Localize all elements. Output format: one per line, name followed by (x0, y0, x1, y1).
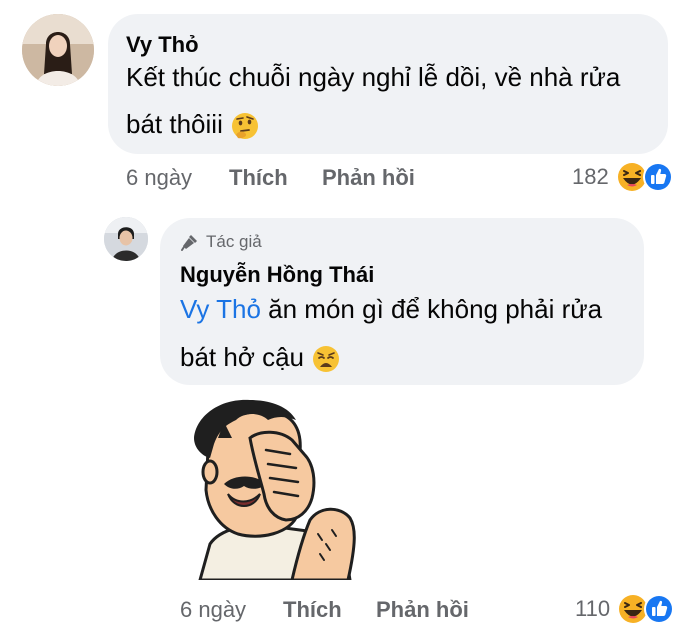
author-badge-label: Tác giả (206, 232, 262, 251)
reply-reaction-summary[interactable]: 110 (575, 591, 675, 627)
reply-bubble: Tác giả Nguyễn Hồng Thái Vy Thỏ ăn món g… (160, 218, 644, 385)
thinking-face-icon (232, 113, 259, 140)
reply-reaction-count: 110 (575, 596, 611, 621)
reaction-summary[interactable]: 182 (572, 159, 673, 195)
like-button[interactable]: Thích (229, 165, 288, 191)
mention-link[interactable]: Vy Thỏ (180, 294, 261, 324)
comment-text-line-2-text: bát thôiii (126, 109, 223, 139)
like-reaction-icon (642, 162, 673, 192)
comment-time[interactable]: 6 ngày (126, 165, 192, 191)
replier-avatar[interactable] (104, 217, 148, 261)
weary-face-icon (313, 346, 340, 373)
microphone-icon (181, 235, 197, 251)
reply-like-button[interactable]: Thích (283, 597, 342, 623)
comment-text-line-1: Kết thúc chuỗi ngày nghỉ lễ dồi, về nhà … (126, 62, 621, 92)
reply-text-line-2-text: bát hở cậu (180, 342, 305, 372)
like-reaction-icon (644, 594, 675, 624)
reply-text-line-2: bát hở cậu (180, 334, 341, 380)
reply-text-line-1: Vy Thỏ ăn món gì để không phải rửa (180, 286, 602, 332)
reply-author[interactable]: Nguyễn Hồng Thái (180, 262, 374, 288)
reply-time[interactable]: 6 ngày (180, 597, 246, 623)
reply-text-line-1-rest: ăn món gì để không phải rửa (260, 294, 603, 324)
reply-reply-button[interactable]: Phản hồi (376, 597, 469, 623)
author-badge: Tác giả (180, 232, 262, 252)
reaction-count: 182 (572, 164, 609, 189)
comment-bubble: Vy Thỏ Kết thúc chuỗi ngày nghỉ lễ dồi, … (108, 14, 668, 154)
comment-text-line-2: bát thôiii (126, 101, 260, 147)
commenter-avatar[interactable] (22, 14, 94, 86)
facepalm-sticker[interactable] (180, 394, 376, 582)
reply-button[interactable]: Phản hồi (322, 165, 415, 191)
